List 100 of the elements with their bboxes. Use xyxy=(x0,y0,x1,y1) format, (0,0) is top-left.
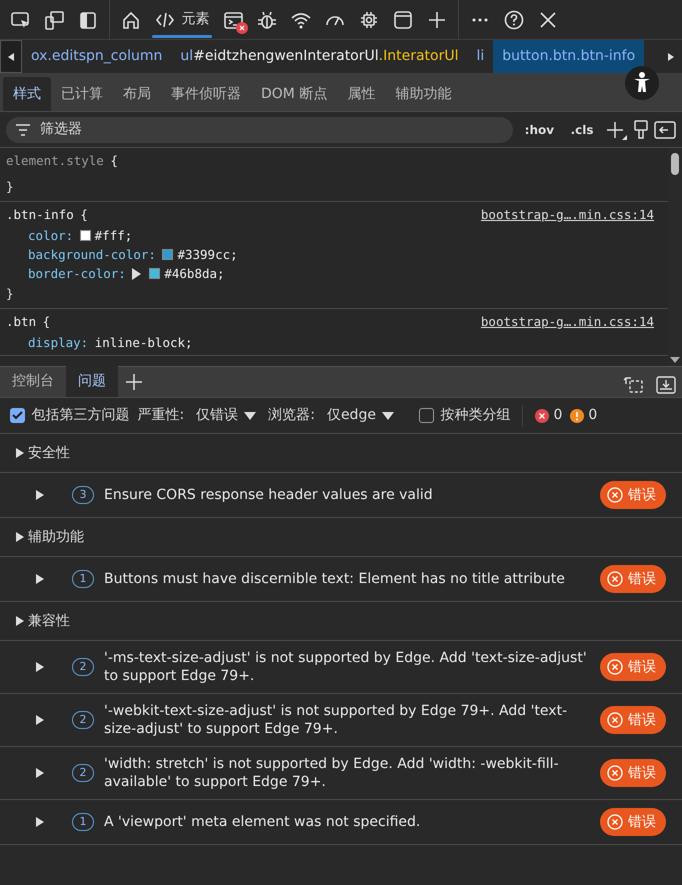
pane-tab[interactable]: 事件侦听器 xyxy=(161,77,251,111)
device-icon xyxy=(44,10,64,30)
expand-icon[interactable] xyxy=(36,574,44,584)
category-title[interactable]: 辅助功能 xyxy=(28,526,84,548)
brace: { xyxy=(42,313,50,331)
severity-button[interactable]: 错误 xyxy=(600,481,666,509)
breadcrumb[interactable]: ox.editspn_column xyxy=(22,40,172,73)
sidebar-toggle-icon[interactable] xyxy=(654,120,676,138)
error-icon xyxy=(535,408,550,422)
expand-icon[interactable] xyxy=(16,616,24,626)
checkbox-label: 按种类分组 xyxy=(440,406,510,425)
source-link[interactable]: bootstrap-g….min.css:14 xyxy=(480,204,654,226)
error-count: 0 xyxy=(553,406,562,425)
chip-icon xyxy=(359,10,380,30)
expand-icon[interactable] xyxy=(36,768,44,778)
error-icon xyxy=(607,659,623,675)
pane-tab[interactable]: 已计算 xyxy=(51,77,113,111)
issue-title[interactable]: A 'viewport' meta element was not specified. xyxy=(104,813,590,831)
checkbox[interactable] xyxy=(10,408,25,423)
issue-title[interactable]: '-ms-text-size-adjust' is not supported by Edge. Add 'text-size-adjust' to support Edge 79+. xyxy=(104,649,590,685)
expand-icon[interactable] xyxy=(36,715,44,725)
color-swatch[interactable] xyxy=(162,249,174,260)
caret-icon xyxy=(244,412,256,420)
scroll-thumb[interactable] xyxy=(671,153,679,176)
pane-tab[interactable]: 辅助功能 xyxy=(385,77,462,111)
color-swatch[interactable] xyxy=(149,268,160,279)
state-toggle-button[interactable]: :hov xyxy=(520,120,560,138)
tool-tab[interactable]: 元素 xyxy=(148,0,216,40)
css-value: #fff; xyxy=(94,227,132,245)
issue-count: 2 xyxy=(72,711,94,729)
state-toggle-button[interactable]: .cls xyxy=(566,120,598,138)
severity-button[interactable]: 错误 xyxy=(600,565,666,593)
breadcrumb[interactable]: button.btn.btn-info xyxy=(493,40,644,73)
console-icon xyxy=(223,10,244,30)
pane-tab[interactable]: 样式 xyxy=(3,77,51,111)
scroll-left-button[interactable] xyxy=(0,40,22,73)
severity-button[interactable]: 错误 xyxy=(600,653,666,681)
brace: { xyxy=(110,152,118,170)
undock-icon[interactable] xyxy=(622,376,642,394)
issue-title[interactable]: '-webkit-text-size-adjust' is not supported by Edge 79+. Add 'text-size-adjust' to support Edge 79+. xyxy=(104,702,590,738)
window-icon xyxy=(393,10,414,30)
add-tab-icon[interactable] xyxy=(126,374,142,390)
css-value: inline-block; xyxy=(94,334,193,352)
css-property: background-color: xyxy=(28,246,156,264)
issue-title[interactable]: Buttons must have discernible text: Element has no title attribute xyxy=(104,570,590,588)
color-swatch[interactable] xyxy=(80,230,91,241)
issue-title[interactable]: Ensure CORS response header values are valid xyxy=(104,486,590,504)
inspect-icon xyxy=(10,10,30,30)
issue-count: 3 xyxy=(72,486,94,504)
expand-icon[interactable] xyxy=(16,532,24,542)
dock-bottom-icon[interactable] xyxy=(656,376,676,394)
expand-icon[interactable] xyxy=(36,490,44,500)
brace: { xyxy=(80,206,88,224)
filter-input[interactable]: 筛选器 xyxy=(38,118,504,141)
issue-count: 1 xyxy=(72,570,94,588)
filter-field[interactable]: 筛选器 xyxy=(6,116,514,142)
expand-icon[interactable] xyxy=(16,448,24,458)
right-arrow-icon xyxy=(668,52,674,60)
issue-title[interactable]: 'width: stretch' is not supported by Edge. Add 'width: -webkit-fill-available' to support Edge 79+. xyxy=(104,755,590,791)
dropdown[interactable]: 仅edge xyxy=(322,405,398,426)
issue-count: 2 xyxy=(72,658,94,676)
brace: } xyxy=(6,285,14,303)
pane-tab[interactable]: DOM 断点 xyxy=(251,77,338,111)
accessibility-icon[interactable] xyxy=(625,66,659,100)
expand-icon[interactable] xyxy=(36,662,44,672)
dropdown-label: 严重性: xyxy=(138,406,184,425)
help-icon[interactable] xyxy=(504,10,524,30)
category-title[interactable]: 兼容性 xyxy=(28,610,70,632)
error-icon xyxy=(607,765,623,781)
error-icon xyxy=(607,814,623,830)
close-icon[interactable] xyxy=(538,10,558,30)
expand-icon[interactable] xyxy=(132,268,142,280)
breadcrumb[interactable]: ul#eidtzhengwenInteratorUl.InteratorUl xyxy=(171,40,468,73)
severity-button[interactable]: 错误 xyxy=(600,706,666,734)
severity-button[interactable]: 错误 xyxy=(600,759,666,787)
inline-style-selector: element.style xyxy=(6,152,104,170)
warning-count: 0 xyxy=(588,406,598,425)
brush-icon[interactable] xyxy=(634,120,648,140)
breadcrumb[interactable]: li xyxy=(467,40,494,73)
source-link[interactable]: bootstrap-g….min.css:14 xyxy=(480,311,654,333)
severity-button[interactable]: 错误 xyxy=(600,808,666,836)
category-title[interactable]: 安全性 xyxy=(28,442,70,464)
new-rule-icon[interactable] xyxy=(605,120,627,140)
brace: } xyxy=(6,178,14,196)
issue-count: 2 xyxy=(72,764,94,782)
dropdown[interactable]: 仅错误 xyxy=(192,405,260,426)
pane-tab[interactable]: 布局 xyxy=(113,77,161,111)
drawer-tab[interactable]: 问题 xyxy=(66,366,118,397)
expand-icon[interactable] xyxy=(36,817,44,827)
dock-icon xyxy=(78,10,98,30)
css-value: #3399cc; xyxy=(177,246,238,264)
warning-icon xyxy=(570,408,584,422)
issue-count: 1 xyxy=(72,813,94,831)
pane-tab[interactable]: 属性 xyxy=(337,77,386,111)
css-selector: .btn xyxy=(6,313,36,331)
checkbox[interactable] xyxy=(418,408,434,423)
drawer-tab[interactable]: 控制台 xyxy=(0,366,66,397)
scroll-down-icon[interactable] xyxy=(670,356,680,363)
home-icon xyxy=(121,10,142,30)
css-property: color: xyxy=(28,227,74,245)
